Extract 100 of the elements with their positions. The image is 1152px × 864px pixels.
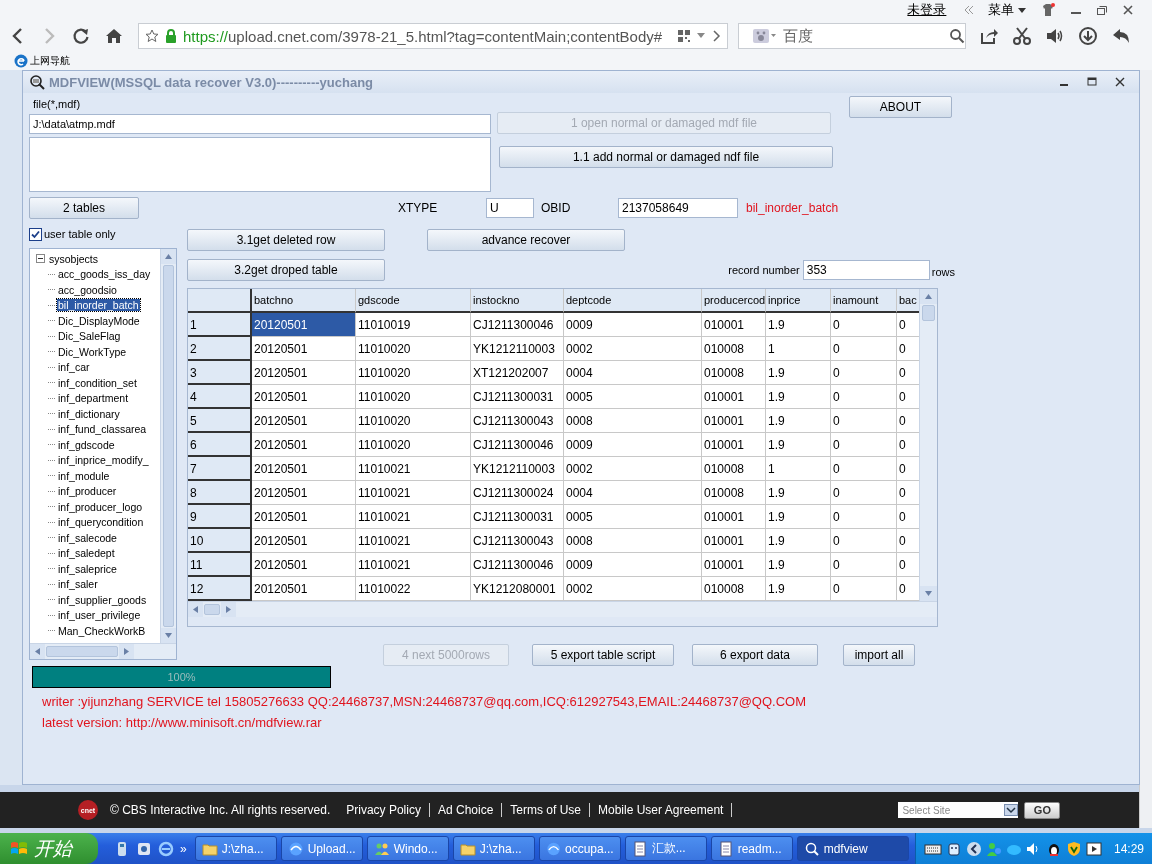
shield-icon[interactable] (1065, 840, 1082, 857)
undo-icon[interactable] (1112, 27, 1130, 45)
tree-item[interactable]: inf_department (57, 392, 130, 405)
tree-item[interactable]: inf_gdscode (57, 438, 116, 451)
scrollbar[interactable] (160, 249, 176, 643)
tree-item[interactable]: Man_CheckWorkB (57, 624, 147, 637)
expander-icon[interactable] (36, 254, 45, 264)
search-input[interactable]: 百度 (781, 26, 945, 46)
tree-item[interactable]: inf_saledept (57, 547, 116, 560)
more-icon[interactable]: » (180, 841, 187, 856)
tool-icon[interactable] (136, 840, 152, 857)
row-header[interactable]: 1 (188, 313, 252, 337)
search-icon[interactable] (949, 28, 965, 44)
address-bar[interactable]: https://upload.cnet.com/3978-21_5.html?tag=contentMain;contentBody# (138, 23, 728, 49)
scissors-icon[interactable] (1013, 27, 1031, 45)
header-corner[interactable] (188, 289, 252, 313)
qr-code-icon[interactable] (677, 29, 691, 43)
obid-field[interactable]: 2137058649 (618, 198, 738, 218)
star-icon[interactable] (145, 29, 159, 43)
scroll-up-icon[interactable] (925, 294, 932, 299)
shirt-icon[interactable] (1040, 3, 1056, 17)
close-icon[interactable] (1122, 4, 1134, 16)
site-select[interactable]: Select Site (898, 802, 1019, 818)
user-table-checkbox[interactable] (29, 227, 42, 241)
scroll-thumb[interactable] (922, 305, 935, 321)
row-header[interactable]: 10 (188, 529, 252, 553)
column-header[interactable]: inamount (831, 289, 897, 313)
speaker-icon[interactable] (1046, 27, 1064, 45)
scroll-down-icon[interactable] (925, 591, 932, 596)
row-header[interactable]: 6 (188, 433, 252, 457)
column-header[interactable]: instockno (471, 289, 564, 313)
paw-icon[interactable] (753, 29, 777, 43)
row-header[interactable]: 3 (188, 361, 252, 385)
collapse-icon[interactable] (964, 6, 975, 14)
tree-item[interactable]: sysobjects (48, 252, 100, 265)
row-header[interactable]: 4 (188, 385, 252, 409)
home-icon[interactable] (105, 27, 123, 45)
tree-item[interactable]: Dic_DisplayMode (57, 314, 141, 327)
taskbar-button[interactable]: Upload... (280, 836, 363, 861)
row-header[interactable]: 2 (188, 337, 252, 361)
scroll-thumb[interactable] (204, 604, 220, 615)
row-header[interactable]: 7 (188, 457, 252, 481)
keyboard-icon[interactable] (923, 841, 942, 856)
tree-item[interactable]: inf_supplier_goods (57, 593, 148, 606)
scrollbar[interactable] (188, 601, 937, 617)
tree-item[interactable]: Dic_SaleFlag (57, 330, 122, 343)
taskbar-button[interactable]: J:\zha... (452, 836, 535, 861)
row-header[interactable]: 9 (188, 505, 252, 529)
share-icon[interactable] (980, 27, 998, 45)
tree-item[interactable]: inf_producer (57, 485, 118, 498)
action-button[interactable]: import all (843, 644, 915, 666)
tree-item[interactable]: inf_dictionary (57, 407, 121, 420)
footer-link[interactable]: Terms of Use (502, 803, 590, 817)
action-button[interactable]: 6 export data (692, 644, 818, 666)
row-header[interactable]: 12 (188, 577, 252, 601)
scrollbar[interactable] (30, 643, 176, 659)
file-path-field[interactable]: J:\data\atmp.mdf (29, 114, 491, 134)
tree-item[interactable]: acc_goods_iss_day (57, 268, 152, 281)
maximize-icon[interactable] (1087, 77, 1097, 87)
tree-item[interactable]: bil_inorder_batch (57, 299, 140, 312)
tree-item[interactable]: inf_module (57, 469, 111, 482)
restore-icon[interactable] (1096, 4, 1108, 16)
menu-button[interactable]: 菜单 (988, 1, 1026, 19)
login-link[interactable]: 未登录 (907, 1, 947, 19)
column-header[interactable]: gdscode (356, 289, 471, 313)
robot-icon[interactable] (945, 840, 962, 857)
tree-item[interactable]: inf_salecode (57, 531, 118, 544)
tree-item[interactable]: Dic_WorkType (57, 345, 128, 358)
taskbar-button[interactable]: Windo... (366, 836, 449, 861)
ndf-files-field[interactable] (29, 137, 491, 192)
go-button[interactable]: GO (1024, 801, 1061, 819)
reload-icon[interactable] (72, 27, 90, 45)
scroll-down-icon[interactable] (165, 633, 172, 638)
scroll-up-icon[interactable] (165, 254, 172, 259)
column-header[interactable]: producercod (702, 289, 766, 313)
search-field[interactable]: 百度 (738, 23, 966, 49)
taskbar-button[interactable]: occupa... (538, 836, 621, 861)
scroll-thumb[interactable] (46, 646, 118, 657)
row-header[interactable]: 8 (188, 481, 252, 505)
row-header[interactable]: 11 (188, 553, 252, 577)
action-button[interactable]: 5 export table script (532, 644, 674, 666)
column-header[interactable]: inprice (766, 289, 831, 313)
add-ndf-button[interactable]: 1.1 add normal or damaged ndf file (499, 146, 833, 168)
tree-item[interactable]: inf_saleprice (57, 562, 118, 575)
deleted-row-button[interactable]: 3.1get deleted row (187, 229, 385, 251)
download-icon[interactable] (1079, 27, 1097, 45)
column-header[interactable]: deptcode (564, 289, 702, 313)
footer-link[interactable]: Privacy Policy (338, 803, 430, 817)
tree-item[interactable]: acc_goodsio (57, 283, 118, 296)
record-number-field[interactable]: 353 (802, 260, 930, 280)
scroll-left-icon[interactable] (35, 648, 40, 655)
bookmark-link[interactable]: 上网导航 (30, 54, 70, 68)
scroll-left-icon[interactable] (193, 606, 198, 613)
back-icon[interactable] (965, 840, 982, 857)
footer-link[interactable]: Ad Choice (429, 803, 503, 817)
footer-link[interactable]: Mobile User Agreement (590, 803, 733, 817)
media-icon[interactable] (1085, 840, 1102, 857)
tables-button[interactable]: 2 tables (29, 197, 139, 219)
taskbar-button[interactable]: readm... (710, 836, 793, 861)
scrollbar[interactable] (919, 289, 937, 601)
